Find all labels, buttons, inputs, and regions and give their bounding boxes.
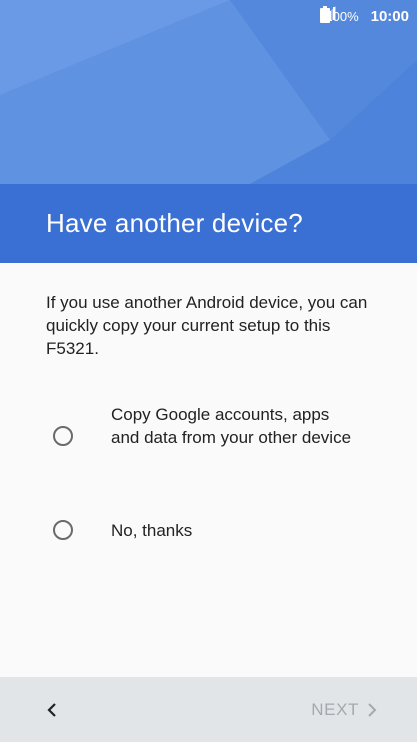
radio-button-copy-accounts[interactable] bbox=[53, 426, 73, 446]
chevron-left-icon bbox=[47, 703, 56, 717]
intro-text: If you use another Android device, you c… bbox=[46, 293, 368, 358]
next-button-label: NEXT bbox=[311, 700, 359, 719]
main-content: If you use another Android device, you c… bbox=[0, 263, 417, 677]
option-no-thanks[interactable]: No, thanks bbox=[0, 518, 417, 544]
option-no-thanks-label: No, thanks bbox=[111, 521, 193, 540]
next-button[interactable]: NEXT bbox=[311, 697, 377, 723]
back-button[interactable] bbox=[38, 695, 68, 725]
option-copy-accounts-label: Copy Google accounts, apps and data from… bbox=[111, 405, 352, 447]
header-hero: 100% 10:00 bbox=[0, 0, 417, 184]
radio-button-no-thanks[interactable] bbox=[53, 520, 73, 540]
title-band: Have another device? bbox=[0, 184, 417, 263]
page-title: Have another device? bbox=[46, 208, 303, 238]
footer-nav-bar: NEXT bbox=[0, 677, 417, 742]
status-bar: 100% 10:00 bbox=[320, 6, 409, 26]
clock: 10:00 bbox=[370, 7, 409, 25]
header-background-graphic bbox=[0, 0, 417, 184]
option-copy-accounts[interactable]: Copy Google accounts, apps and data from… bbox=[0, 403, 417, 473]
chevron-right-icon bbox=[368, 703, 377, 717]
